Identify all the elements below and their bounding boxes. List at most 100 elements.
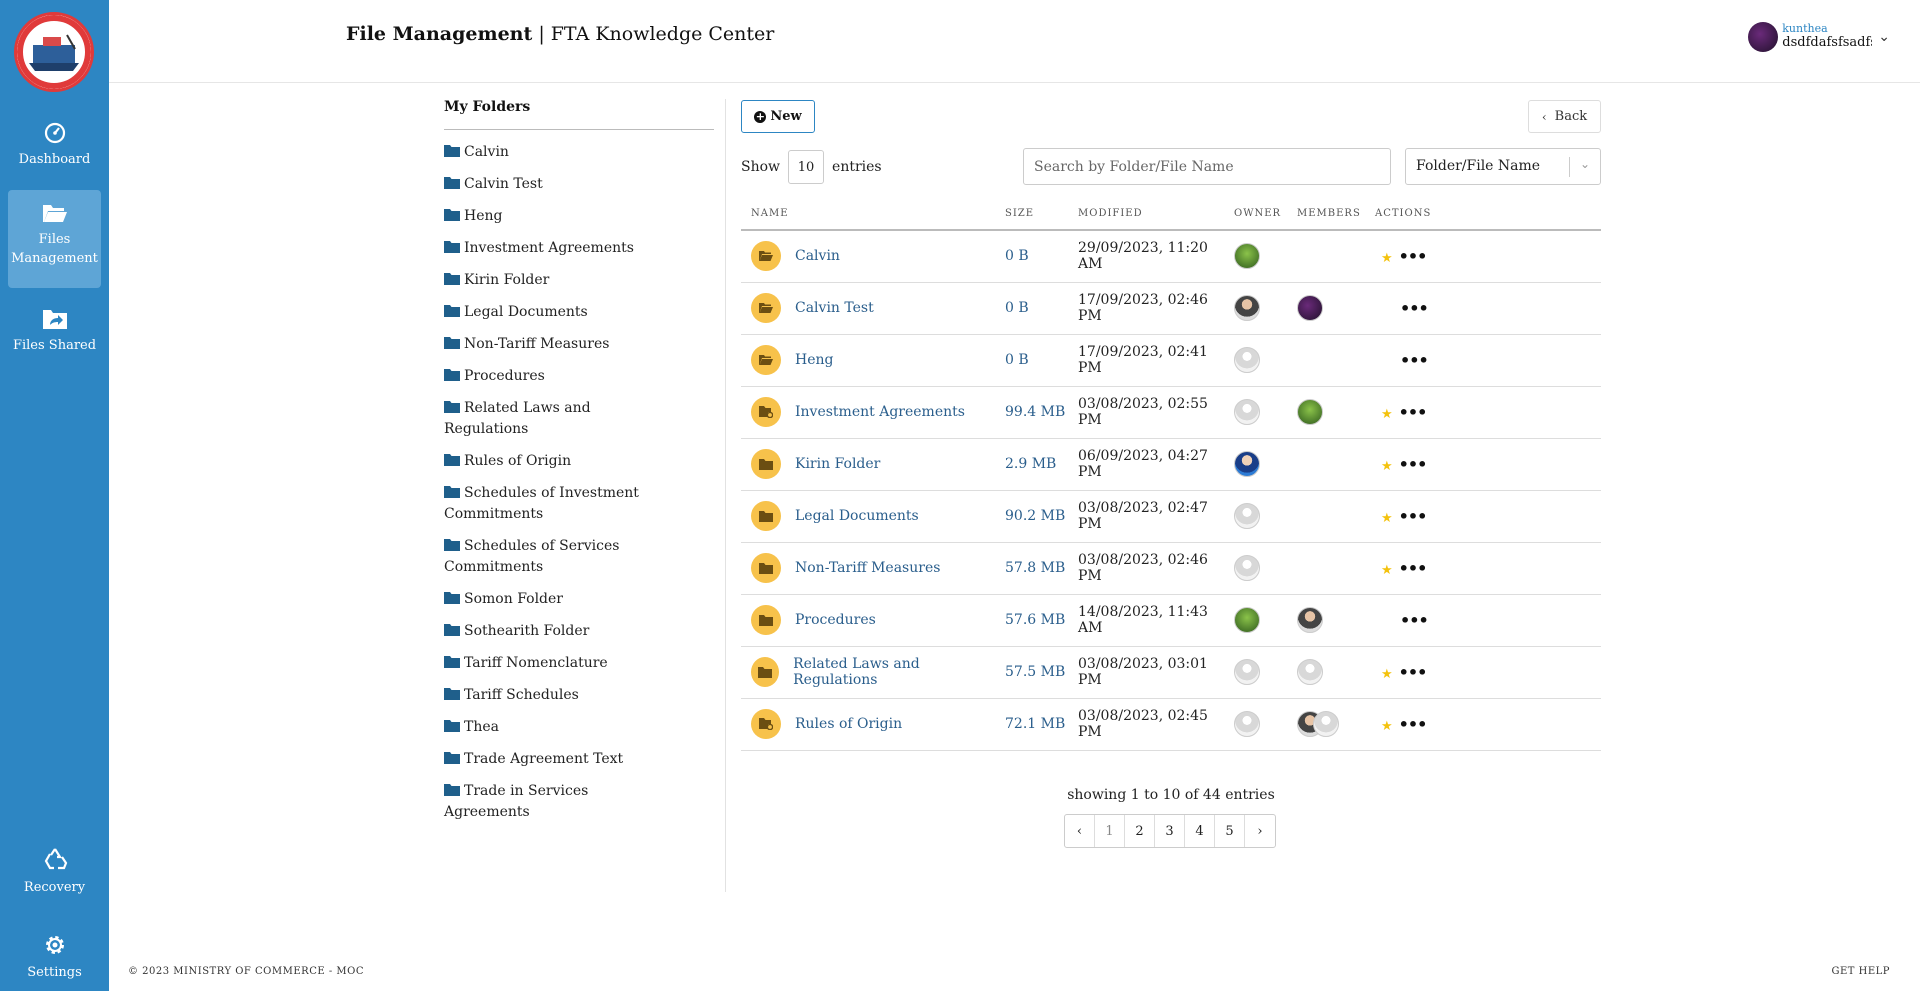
user-menu[interactable]: kunthea dsdfdafsfsadfsl ⌄ <box>1748 22 1890 52</box>
name-cell[interactable]: Heng <box>741 334 995 387</box>
folder-icon <box>444 401 460 413</box>
star-icon[interactable]: ★ <box>1381 719 1393 734</box>
tree-folder-item[interactable]: Thea <box>444 717 674 738</box>
folder-name[interactable]: Investment Agreements <box>795 404 965 420</box>
actions-cell: ••• <box>1365 594 1601 647</box>
tree-folder-item[interactable]: Procedures <box>444 366 674 387</box>
tree-folder-item[interactable]: Schedules of Services Commitments <box>444 536 674 578</box>
tree-folder-item[interactable]: Tariff Nomenclature <box>444 653 674 674</box>
name-cell[interactable]: Procedures <box>741 594 995 647</box>
col-modified[interactable]: MODIFIED <box>1068 198 1224 231</box>
more-options-icon[interactable]: ••• <box>1399 559 1428 578</box>
star-icon[interactable]: ★ <box>1381 251 1393 266</box>
table-row[interactable]: Calvin Test 0 B 17/09/2023, 02:46 PM ••• <box>741 282 1601 335</box>
nav-files-management[interactable]: Files Management <box>8 190 101 288</box>
name-cell[interactable]: Rules of Origin <box>741 698 995 751</box>
entries-select[interactable]: 10 <box>788 150 825 184</box>
new-button[interactable]: + New <box>741 100 815 133</box>
tree-folder-item[interactable]: Sothearith Folder <box>444 621 674 642</box>
tree-folder-item[interactable]: Rules of Origin <box>444 451 674 472</box>
table-row[interactable]: Heng 0 B 17/09/2023, 02:41 PM ••• <box>741 334 1601 387</box>
more-options-icon[interactable]: ••• <box>1399 715 1428 734</box>
table-row[interactable]: Investment Agreements 99.4 MB 03/08/2023, … <box>741 386 1601 439</box>
folder-name[interactable]: Non-Tariff Measures <box>795 560 940 576</box>
tree-folder-item[interactable]: Non-Tariff Measures <box>444 334 674 355</box>
col-name[interactable]: NAME <box>741 198 995 231</box>
table-row[interactable]: Calvin 0 B 29/09/2023, 11:20 AM ★ ••• <box>741 230 1601 283</box>
table-row[interactable]: Non-Tariff Measures 57.8 MB 03/08/2023, 02… <box>741 542 1601 595</box>
more-options-icon[interactable]: ••• <box>1400 299 1429 318</box>
tree-folder-label: Schedules of Investment Commitments <box>444 485 639 522</box>
name-cell[interactable]: Related Laws and Regulations <box>741 646 995 699</box>
nav-files-shared[interactable]: Files Shared <box>8 300 101 398</box>
next-page-icon[interactable]: › <box>1245 815 1275 847</box>
name-cell[interactable]: Calvin Test <box>741 282 995 335</box>
nav-recovery[interactable]: Recovery <box>8 838 101 936</box>
name-cell[interactable]: Legal Documents <box>741 490 995 543</box>
more-options-icon[interactable]: ••• <box>1399 455 1428 474</box>
back-button[interactable]: ‹ Back <box>1528 100 1601 133</box>
col-size[interactable]: SIZE <box>995 198 1068 231</box>
copyright: © 2023 MINISTRY OF COMMERCE - MOC <box>128 966 364 977</box>
tree-folder-item[interactable]: Kirin Folder <box>444 270 674 291</box>
tree-folder-label: Tariff Schedules <box>464 687 579 703</box>
table-row[interactable]: Kirin Folder 2.9 MB 06/09/2023, 04:27 PM ★ •… <box>741 438 1601 491</box>
star-icon[interactable]: ★ <box>1381 407 1393 422</box>
more-options-icon[interactable]: ••• <box>1400 351 1429 370</box>
more-options-icon[interactable]: ••• <box>1400 611 1429 630</box>
page-button[interactable]: 1 <box>1095 815 1125 847</box>
actions-cell: ★ ••• <box>1365 646 1601 699</box>
table-row[interactable]: Legal Documents 90.2 MB 03/08/2023, 02:47 … <box>741 490 1601 543</box>
tree-folder-label: Legal Documents <box>464 304 588 320</box>
page-button[interactable]: 5 <box>1215 815 1245 847</box>
page-button[interactable]: 2 <box>1125 815 1155 847</box>
chevron-down-icon[interactable]: ⌄ <box>1878 29 1890 45</box>
tree-folder-label: Schedules of Services Commitments <box>444 538 620 575</box>
nav-files-shared-label: Files Shared <box>12 338 97 353</box>
table-row[interactable]: Procedures 57.6 MB 14/08/2023, 11:43 AM ••• <box>741 594 1601 647</box>
folder-name[interactable]: Procedures <box>795 612 876 628</box>
folder-name[interactable]: Calvin <box>795 248 840 264</box>
star-icon[interactable]: ★ <box>1381 563 1393 578</box>
tree-folder-item[interactable]: Trade in Services Agreements <box>444 781 674 823</box>
tree-folder-item[interactable]: Calvin Test <box>444 174 674 195</box>
star-icon[interactable]: ★ <box>1381 511 1393 526</box>
name-cell[interactable]: Investment Agreements <box>741 386 995 439</box>
tree-folder-item[interactable]: Tariff Schedules <box>444 685 674 706</box>
tree-folder-item[interactable]: Heng <box>444 206 674 227</box>
page-button[interactable]: 3 <box>1155 815 1185 847</box>
get-help-link[interactable]: GET HELP <box>1831 966 1890 977</box>
prev-page-icon[interactable]: ‹ <box>1065 815 1095 847</box>
members-cell <box>1287 230 1365 283</box>
folder-name[interactable]: Related Laws and Regulations <box>793 656 995 688</box>
table-row[interactable]: Related Laws and Regulations 57.5 MB 03/08… <box>741 646 1601 699</box>
tree-folder-item[interactable]: Calvin <box>444 142 674 163</box>
tree-folder-item[interactable]: Trade Agreement Text <box>444 749 674 770</box>
folder-name[interactable]: Rules of Origin <box>795 716 902 732</box>
folder-name[interactable]: Kirin Folder <box>795 456 880 472</box>
ministry-logo[interactable] <box>14 12 94 92</box>
tree-folder-item[interactable]: Legal Documents <box>444 302 674 323</box>
star-icon[interactable]: ★ <box>1381 459 1393 474</box>
tree-folder-item[interactable]: Schedules of Investment Commitments <box>444 483 674 525</box>
tree-folder-item[interactable]: Related Laws and Regulations <box>444 398 674 440</box>
name-cell[interactable]: Calvin <box>741 230 995 283</box>
more-options-icon[interactable]: ••• <box>1399 247 1428 266</box>
more-options-icon[interactable]: ••• <box>1399 663 1428 682</box>
modified-cell: 06/09/2023, 04:27 PM <box>1068 438 1224 491</box>
page-button[interactable]: 4 <box>1185 815 1215 847</box>
more-options-icon[interactable]: ••• <box>1399 507 1428 526</box>
name-cell[interactable]: Non-Tariff Measures <box>741 542 995 595</box>
folder-name[interactable]: Heng <box>795 352 833 368</box>
tree-folder-item[interactable]: Investment Agreements <box>444 238 674 259</box>
tree-folder-item[interactable]: Somon Folder <box>444 589 674 610</box>
folder-name[interactable]: Legal Documents <box>795 508 919 524</box>
table-row[interactable]: Rules of Origin 72.1 MB 03/08/2023, 02:45 … <box>741 698 1601 751</box>
name-cell[interactable]: Kirin Folder <box>741 438 995 491</box>
more-options-icon[interactable]: ••• <box>1399 403 1428 422</box>
folder-name[interactable]: Calvin Test <box>795 300 874 316</box>
nav-settings[interactable]: Settings <box>8 925 101 991</box>
search-input[interactable] <box>1023 148 1391 185</box>
star-icon[interactable]: ★ <box>1381 667 1393 682</box>
search-filter-select[interactable]: Folder/File Name ⌄ <box>1405 148 1601 185</box>
